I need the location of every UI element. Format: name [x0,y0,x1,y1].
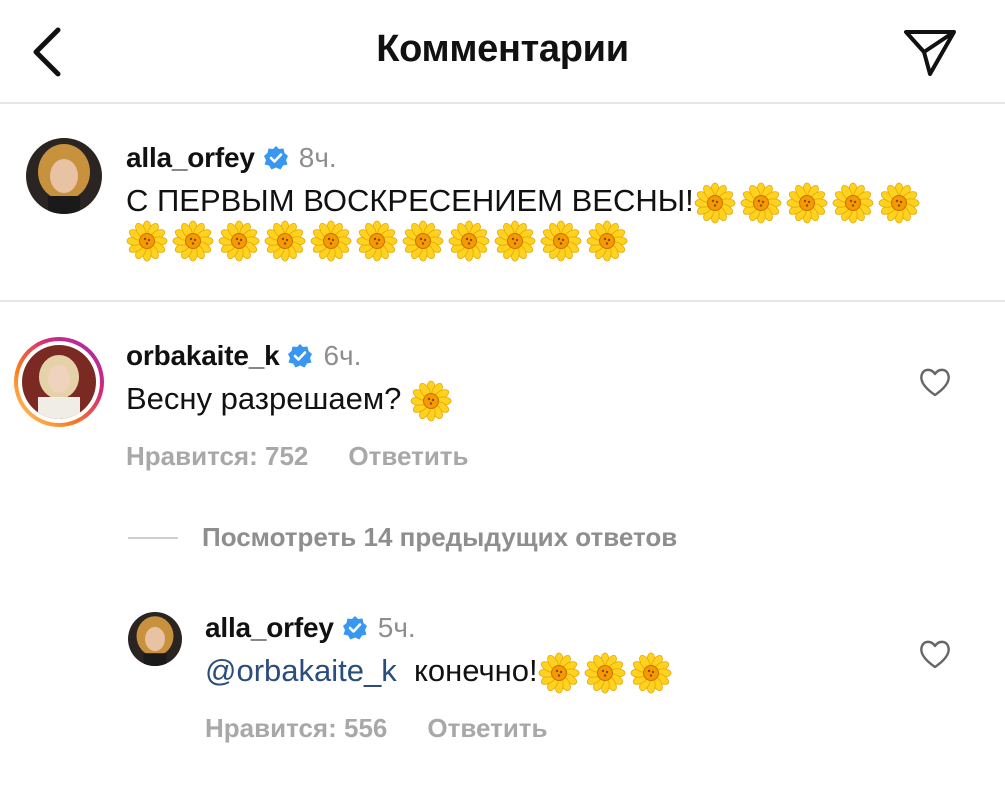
flower-emoji-group [694,182,920,224]
flower-emoji [494,220,536,262]
divider [128,536,178,539]
verified-badge-icon [288,344,313,368]
view-previous-replies-button[interactable]: Посмотреть 14 предыдущих ответов [128,522,677,553]
likes-count[interactable]: Нравится: 556 [205,713,387,744]
caption-flower-line [126,220,628,262]
flower-emoji [694,182,736,224]
flower-emoji-group [126,220,628,262]
comment-header: orbakaite_k 6ч. [126,340,361,372]
verified-badge-icon [342,616,367,640]
flower-emoji [402,220,444,262]
username[interactable]: orbakaite_k [126,340,280,372]
flower-emoji [410,380,452,422]
comment-text: Весну разрешаем? [126,381,402,417]
post-caption: alla_orfey 8ч. С ПЕРВЫМ ВОСКРЕСЕНИЕМ ВЕС… [0,104,1005,302]
flower-emoji [310,220,352,262]
avatar[interactable] [128,612,182,666]
reply-actions: Нравится: 556 Ответить [205,713,548,744]
share-button[interactable] [902,24,958,80]
flower-emoji [740,182,782,224]
timestamp: 6ч. [323,340,362,371]
flower-emoji-group [410,380,452,422]
paper-plane-icon [904,30,956,76]
flower-emoji [786,182,828,224]
caption-text-line: С ПЕРВЫМ ВОСКРЕСЕНИЕМ ВЕСНЫ! [126,182,920,224]
reply-text: конечно! [413,653,538,689]
reply-text-line: @orbakaite_k конечно! [205,652,672,694]
flower-emoji [878,182,920,224]
flower-emoji [356,220,398,262]
flower-emoji [584,652,626,694]
flower-emoji [218,220,260,262]
comment-actions: Нравится: 752 Ответить [126,441,469,472]
timestamp: 8ч. [298,142,337,173]
avatar-story-ring[interactable] [14,337,104,427]
flower-emoji [630,652,672,694]
heart-icon[interactable] [918,638,952,670]
caption-text: С ПЕРВЫМ ВОСКРЕСЕНИЕМ ВЕСНЫ! [126,183,694,219]
flower-emoji [832,182,874,224]
caption-header: alla_orfey 8ч. [126,142,337,174]
reply-button[interactable]: Ответить [348,441,468,472]
reply-header: alla_orfey 5ч. [205,612,416,644]
flower-emoji [538,652,580,694]
flower-emoji [586,220,628,262]
header-bar: Комментарии [0,0,1005,104]
avatar[interactable] [26,138,102,214]
comment-text-line: Весну разрешаем? [126,380,452,422]
flower-emoji [126,220,168,262]
view-replies-label: Посмотреть 14 предыдущих ответов [202,522,678,552]
mention-link[interactable]: @orbakaite_k [205,653,397,688]
timestamp: 5ч. [377,612,416,643]
page-title: Комментарии [376,28,629,70]
likes-count[interactable]: Нравится: 752 [126,441,308,472]
username[interactable]: alla_orfey [126,142,255,174]
flower-emoji [172,220,214,262]
heart-icon[interactable] [918,366,952,398]
flower-emoji [540,220,582,262]
flower-emoji [264,220,306,262]
flower-emoji-group [538,652,672,694]
reply-button[interactable]: Ответить [427,713,547,744]
verified-badge-icon [263,146,288,170]
flower-emoji [448,220,490,262]
username[interactable]: alla_orfey [205,612,334,644]
